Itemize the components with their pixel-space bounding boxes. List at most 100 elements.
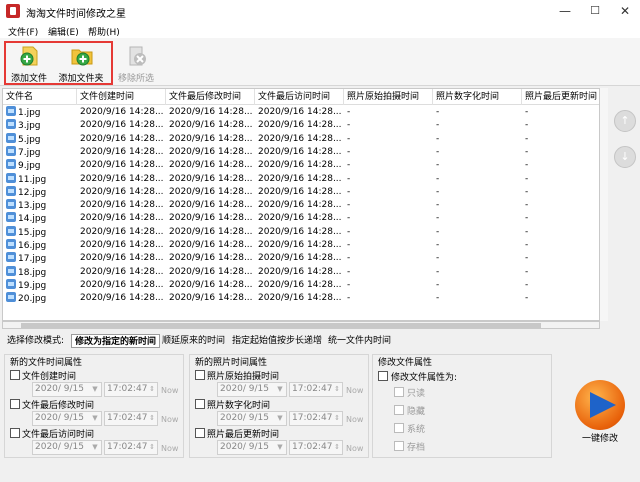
cell-text: 2020/9/16 14:28...	[258, 266, 342, 277]
table-cell: 2020/9/16 14:28...	[77, 239, 166, 252]
file-time-checkbox[interactable]	[10, 370, 20, 380]
scroll-thumb[interactable]	[21, 323, 541, 328]
table-cell: 2020/9/16 14:28...	[166, 173, 255, 186]
col-header[interactable]: 照片数字化时间	[433, 89, 522, 105]
photo-now-button[interactable]: Now	[346, 386, 363, 395]
table-cell: 2020/9/16 14:28...	[255, 279, 344, 292]
vertical-scrollbar[interactable]	[600, 88, 608, 321]
file-table[interactable]: 文件名 文件创建时间 文件最后修改时间 文件最后访问时间 照片原始拍摄时间 照片…	[2, 88, 600, 321]
cell-text: -	[436, 293, 440, 304]
file-time-checkbox[interactable]	[10, 399, 20, 409]
file-now-button[interactable]: Now	[161, 444, 178, 453]
table-cell: -	[433, 266, 522, 279]
move-up-button[interactable]: ↑	[614, 110, 636, 132]
table-row[interactable]: 17.jpg 2020/9/16 14:28... 2020/9/16 14:28.…	[3, 252, 599, 265]
cell-text: 11.jpg	[18, 174, 47, 185]
col-header[interactable]: 照片最后更新时间	[522, 89, 599, 105]
cell-text: 2020/9/16 14:28...	[80, 200, 164, 211]
table-cell: 2020/9/16 14:28...	[77, 146, 166, 159]
menu-edit[interactable]: 编辑(E)	[48, 25, 79, 38]
table-row[interactable]: 19.jpg 2020/9/16 14:28... 2020/9/16 14:28.…	[3, 278, 599, 292]
mode-option-step[interactable]: 指定起始值按步长递增	[229, 334, 325, 348]
table-cell: 2020/9/16 14:28...	[255, 159, 344, 172]
move-down-button[interactable]: ↓	[614, 146, 636, 168]
image-file-icon	[6, 265, 16, 276]
mode-option-new-time[interactable]: 修改为指定的新时间	[71, 334, 161, 348]
highlight-box	[4, 41, 113, 85]
table-cell: 2020/9/16 14:28...	[255, 173, 344, 186]
apply-button[interactable]	[575, 380, 625, 430]
cell-text: 2020/9/16 14:28...	[80, 107, 164, 117]
table-row[interactable]: 13.jpg 2020/9/16 14:28... 2020/9/16 14:28.…	[3, 199, 599, 212]
photo-time-group-title: 新的照片时间属性	[195, 358, 268, 368]
table-row[interactable]: 9.jpg 2020/9/16 14:28... 2020/9/16 14:28..…	[3, 159, 599, 172]
table-row[interactable]: 15.jpg 2020/9/16 14:28... 2020/9/16 14:28.…	[3, 225, 599, 239]
table-cell: 2020/9/16 14:28...	[255, 212, 344, 225]
photo-time-checkbox[interactable]	[195, 399, 205, 409]
table-row[interactable]: 5.jpg 2020/9/16 14:28... 2020/9/16 14:28..…	[3, 132, 599, 146]
mode-option-unify[interactable]: 统一文件内时间	[325, 334, 394, 348]
table-cell: -	[433, 292, 522, 305]
table-cell: 2020/9/16 14:28...	[77, 173, 166, 186]
photo-now-button[interactable]: Now	[346, 415, 363, 424]
table-row[interactable]: 14.jpg 2020/9/16 14:28... 2020/9/16 14:28.…	[3, 212, 599, 225]
file-name-cell: 9.jpg	[3, 159, 77, 172]
readonly-checkbox[interactable]	[394, 387, 404, 397]
table-cell: -	[522, 133, 599, 146]
col-header[interactable]: 文件名	[3, 89, 77, 105]
minimize-button[interactable]: —	[550, 0, 580, 22]
menu-bar: 文件(F) 编辑(E) 帮助(H)	[0, 22, 640, 38]
file-now-button[interactable]: Now	[161, 386, 178, 395]
file-now-button[interactable]: Now	[161, 415, 178, 424]
table-cell: -	[522, 239, 599, 252]
col-header[interactable]: 照片原始拍摄时间	[344, 89, 433, 105]
cell-text: -	[525, 120, 529, 131]
photo-time-label: 照片数字化时间	[207, 401, 271, 411]
table-cell: 2020/9/16 14:28...	[255, 239, 344, 252]
photo-now-button[interactable]: Now	[346, 444, 363, 453]
file-time-label: 文件最后访问时间	[22, 430, 95, 440]
system-checkbox[interactable]	[394, 423, 404, 433]
modify-attr-checkbox[interactable]	[378, 371, 388, 381]
table-row[interactable]: 7.jpg 2020/9/16 14:28... 2020/9/16 14:28..…	[3, 145, 599, 159]
table-cell: 2020/9/16 14:28...	[166, 159, 255, 172]
col-header[interactable]: 文件创建时间	[77, 89, 166, 105]
table-row[interactable]: 18.jpg 2020/9/16 14:28... 2020/9/16 14:28.…	[3, 265, 599, 279]
table-cell: -	[344, 159, 433, 172]
file-name-cell: 20.jpg	[3, 292, 77, 305]
image-file-icon	[6, 145, 16, 156]
title-bar: 淘淘文件时间修改之星 — ☐ ✕	[0, 0, 640, 22]
mode-option-shift[interactable]: 顺延原来的时间	[159, 334, 228, 348]
table-cell: -	[433, 159, 522, 172]
file-name-cell: 12.jpg	[3, 185, 77, 199]
table-cell: -	[522, 159, 599, 172]
remove-label: 移除所选	[117, 74, 154, 84]
cell-text: -	[436, 200, 440, 211]
hidden-checkbox[interactable]	[394, 405, 404, 415]
table-cell: -	[433, 226, 522, 239]
table-row[interactable]: 16.jpg 2020/9/16 14:28... 2020/9/16 14:28.…	[3, 239, 599, 252]
close-button[interactable]: ✕	[610, 0, 640, 22]
table-row[interactable]: 12.jpg 2020/9/16 14:28... 2020/9/16 14:28.…	[3, 185, 599, 199]
table-row[interactable]: 11.jpg 2020/9/16 14:28... 2020/9/16 14:28.…	[3, 172, 599, 186]
maximize-button[interactable]: ☐	[580, 0, 610, 22]
col-header[interactable]: 文件最后访问时间	[255, 89, 344, 105]
menu-file[interactable]: 文件(F)	[8, 25, 38, 38]
col-header[interactable]: 文件最后修改时间	[166, 89, 255, 105]
table-cell: -	[522, 199, 599, 212]
table-row[interactable]: 3.jpg 2020/9/16 14:28... 2020/9/16 14:28..…	[3, 119, 599, 132]
file-time-checkbox[interactable]	[10, 428, 20, 438]
cell-text: 2020/9/16 14:28...	[169, 213, 253, 224]
cell-text: 2020/9/16 14:28...	[80, 240, 164, 250]
table-row[interactable]: 1.jpg 2020/9/16 14:28... 2020/9/16 14:28..…	[3, 106, 599, 119]
table-row[interactable]: 20.jpg 2020/9/16 14:28... 2020/9/16 14:28.…	[3, 292, 599, 305]
photo-time-checkbox[interactable]	[195, 370, 205, 380]
archive-checkbox[interactable]	[394, 441, 404, 451]
photo-time-checkbox[interactable]	[195, 428, 205, 438]
archive-label: 存档	[407, 443, 426, 453]
cell-text: -	[525, 200, 529, 211]
remove-selected-button[interactable]: 移除所选	[111, 40, 161, 86]
menu-help[interactable]: 帮助(H)	[88, 25, 120, 38]
cell-text: 2020/9/16 14:28...	[258, 186, 342, 197]
horizontal-scrollbar[interactable]	[2, 321, 600, 329]
